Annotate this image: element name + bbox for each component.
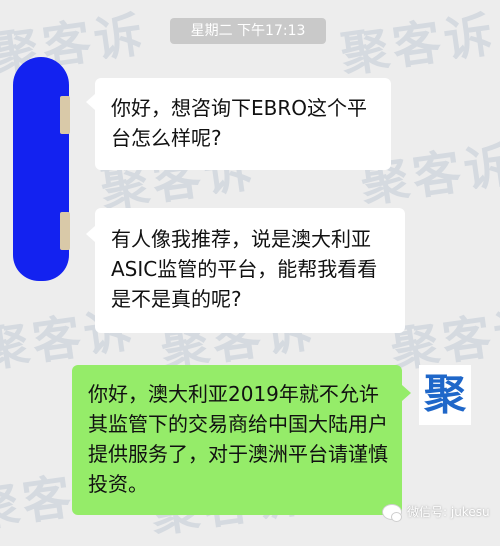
timestamp-pill: 星期二 下午17:13	[170, 18, 326, 44]
avatar-edge	[60, 96, 70, 134]
bubble-tail	[86, 94, 95, 110]
avatar-edge	[60, 212, 70, 250]
wechat-icon	[382, 503, 402, 522]
watermark: 聚客诉	[337, 6, 500, 84]
wechat-id-label: 微信号: jukesu	[382, 503, 490, 522]
incoming-message[interactable]: 有人像我推荐，说是澳大利亚ASIC监管的平台，能帮我看看是不是真的呢?	[95, 208, 405, 333]
bubble-tail	[402, 385, 411, 401]
bubble-tail	[86, 226, 95, 242]
incoming-message[interactable]: 你好，想咨询下EBRO这个平台怎么样呢?	[95, 78, 391, 170]
outgoing-message[interactable]: 你好，澳大利亚2019年就不允许其监管下的交易商给中国大陆用户提供服务了，对于澳…	[72, 365, 402, 515]
logo-avatar[interactable]: 聚	[419, 365, 471, 425]
wechat-id-text: 微信号: jukesu	[407, 505, 490, 519]
